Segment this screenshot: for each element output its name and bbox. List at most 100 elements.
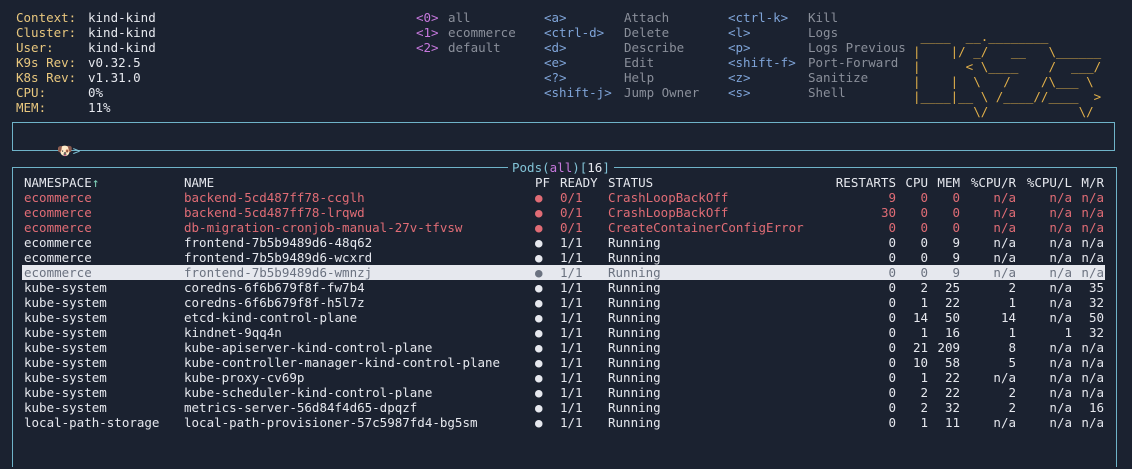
info-value: kind-kind [88, 10, 156, 25]
shortcut-key[interactable]: <a> [544, 10, 567, 25]
table-row[interactable]: kube-system coredns-6f6b679f8f-fw7b4 ● 1/1 R… [22, 280, 1105, 295]
info-value: v0.32.5 [88, 55, 141, 70]
cell-cpu-r: n/a [993, 235, 1016, 250]
shortcut-name[interactable]: Delete [624, 25, 669, 40]
shortcut-key[interactable]: <p> [728, 40, 751, 55]
shortcut-key[interactable]: <s> [728, 85, 751, 100]
cell-name: frontend-7b5b9489d6-48q62 [184, 235, 373, 250]
cell-cpu-r: 1 [1008, 325, 1016, 340]
cell-restarts: 0 [888, 325, 896, 340]
cell-cpu-r: 2 [1008, 280, 1016, 295]
shortcut-name[interactable]: Shell [808, 85, 846, 100]
column-header[interactable]: STATUS [608, 175, 653, 190]
cell-cpu-r: 5 [1008, 355, 1016, 370]
table-row[interactable]: kube-system metrics-server-56d84f4d65-dpq… [22, 400, 1105, 415]
cell-namespace: ecommerce [24, 265, 92, 280]
info-label: User: [16, 40, 54, 55]
shortcut-name[interactable]: Attach [624, 10, 669, 25]
shortcut-key[interactable]: <ctrl-d> [544, 25, 604, 40]
cell-namespace: local-path-storage [24, 415, 160, 430]
shortcut-name[interactable]: Edit [624, 55, 654, 70]
cell-cpu: 0 [920, 250, 928, 265]
cell-restarts: 0 [888, 295, 896, 310]
namespace-key[interactable]: <2> [416, 40, 439, 55]
namespace-name[interactable]: default [448, 40, 501, 55]
table-row[interactable]: kube-system kube-apiserver-kind-control-p… [22, 340, 1105, 355]
table-row[interactable]: ecommerce db-migration-cronjob-manual-27v… [22, 220, 1105, 235]
cell-mem: 9 [952, 265, 960, 280]
shortcut-key[interactable]: <d> [544, 40, 567, 55]
cell-cpu: 1 [920, 370, 928, 385]
cell-status: Running [608, 385, 661, 400]
column-header[interactable]: CPU [898, 175, 928, 190]
column-header[interactable]: MEM [930, 175, 960, 190]
shortcut-name[interactable]: Help [624, 70, 654, 85]
cell-restarts: 0 [888, 340, 896, 355]
table-row[interactable]: kube-system etcd-kind-control-plane ● 1/1 Ru… [22, 310, 1105, 325]
column-header[interactable]: NAMESPACE↑ [24, 175, 99, 190]
cell-cpu-r: n/a [993, 250, 1016, 265]
info-value: kind-kind [88, 25, 156, 40]
cell-cpu-l: n/a [1049, 340, 1072, 355]
shortcut-name[interactable]: Port-Forward [808, 55, 898, 70]
table-row[interactable]: ecommerce frontend-7b5b9489d6-wcxrd ● 1/1 Ru… [22, 250, 1105, 265]
status-dot-icon: ● [535, 295, 543, 310]
shortcut-key[interactable]: <e> [544, 55, 567, 70]
column-header[interactable]: READY [560, 175, 598, 190]
namespace-key[interactable]: <1> [416, 25, 439, 40]
shortcut-name[interactable]: Jump Owner [624, 85, 699, 100]
cell-namespace: ecommerce [24, 220, 92, 235]
cell-mem: 50 [944, 310, 960, 325]
cell-cpu-l: n/a [1049, 250, 1072, 265]
shortcut-key[interactable]: <ctrl-k> [728, 10, 788, 25]
table-row[interactable]: ecommerce frontend-7b5b9489d6-wmnzj ● 1/1 Ru… [22, 265, 1105, 280]
cell-name: coredns-6f6b679f8f-fw7b4 [184, 280, 365, 295]
table-row[interactable]: kube-system kindnet-9qq4n ● 1/1 Running 0 1 16 1… [22, 325, 1105, 340]
cell-cpu: 10 [912, 355, 928, 370]
status-dot-icon: ● [535, 355, 543, 370]
table-row[interactable]: kube-system kube-controller-manager-kind-… [22, 355, 1105, 370]
cell-cpu-r: 14 [1000, 310, 1016, 325]
shortcut-name[interactable]: Logs Previous [808, 40, 906, 55]
shortcut-name[interactable]: Describe [624, 40, 684, 55]
status-dot-icon: ● [535, 310, 543, 325]
status-dot-icon: ● [535, 265, 543, 280]
table-row[interactable]: local-path-storage local-path-provisioner… [22, 415, 1105, 430]
shortcut-key[interactable]: <shift-j> [544, 85, 612, 100]
cell-cpu-l: 1 [1064, 325, 1072, 340]
table-row[interactable]: ecommerce backend-5cd487ff78-ccglh ● 0/1 Cra… [22, 190, 1105, 205]
column-header[interactable]: M/R [1074, 175, 1104, 190]
shortcut-key[interactable]: <?> [544, 70, 567, 85]
column-header[interactable]: RESTARTS [832, 175, 896, 190]
cell-m-r: 35 [1088, 280, 1104, 295]
column-header[interactable]: %CPU/L [1018, 175, 1072, 190]
namespace-name[interactable]: all [448, 10, 471, 25]
cell-status: Running [608, 370, 661, 385]
sort-asc-icon: ↑ [91, 175, 100, 190]
prompt-symbol: > [72, 143, 81, 158]
column-header[interactable]: PF [535, 175, 550, 190]
namespace-key[interactable]: <0> [416, 10, 439, 25]
shortcut-name[interactable]: Logs [808, 25, 838, 40]
cell-mem: 22 [944, 295, 960, 310]
shortcut-key[interactable]: <l> [728, 25, 751, 40]
shortcut-key[interactable]: <shift-f> [728, 55, 796, 70]
table-row[interactable]: ecommerce backend-5cd487ff78-lrqwd ● 0/1 Cra… [22, 205, 1105, 220]
shortcut-key[interactable]: <z> [728, 70, 751, 85]
cell-name: frontend-7b5b9489d6-wmnzj [184, 265, 373, 280]
shortcut-name[interactable]: Kill [808, 10, 838, 25]
command-bar[interactable]: 🐶> [12, 122, 1115, 158]
cell-m-r: 16 [1088, 400, 1104, 415]
namespace-name[interactable]: ecommerce [448, 25, 516, 40]
table-row[interactable]: kube-system kube-proxy-cv69p ● 1/1 Running 0 1… [22, 370, 1105, 385]
shortcut-name[interactable]: Sanitize [808, 70, 868, 85]
cell-m-r: n/a [1081, 340, 1104, 355]
cell-mem: 9 [952, 235, 960, 250]
cell-status: Running [608, 325, 661, 340]
cell-mem: 32 [944, 400, 960, 415]
table-row[interactable]: kube-system coredns-6f6b679f8f-h5l7z ● 1/1 R… [22, 295, 1105, 310]
table-row[interactable]: ecommerce frontend-7b5b9489d6-48q62 ● 1/1 Ru… [22, 235, 1105, 250]
column-header[interactable]: NAME [184, 175, 214, 190]
column-header[interactable]: %CPU/R [964, 175, 1016, 190]
table-row[interactable]: kube-system kube-scheduler-kind-control-p… [22, 385, 1105, 400]
